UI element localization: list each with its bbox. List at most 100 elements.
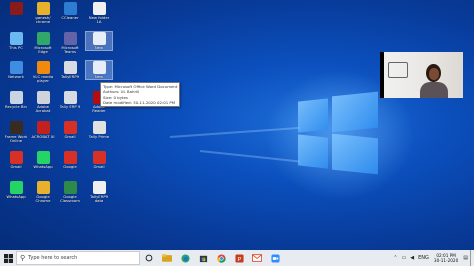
file-tooltip: Type: Microsoft Office Word Document Aut… [100, 82, 180, 107]
webcam-person-body [420, 82, 448, 98]
desktop-icon-fuel[interactable]: Frame Work Online [3, 121, 29, 144]
desktop-icon-label: VLC media player [32, 74, 54, 84]
desktop-icon-acrobat-2[interactable]: ACROBAT XI [30, 121, 56, 139]
vlc-icon [36, 61, 50, 74]
desktop-icon-gmail-2[interactable]: Gmail [3, 151, 29, 169]
webcam-overlay [380, 52, 463, 98]
taskbar-powerpoint[interactable]: P [230, 250, 248, 266]
desktop-icon-ccleaner[interactable]: CCleaner [57, 2, 83, 20]
gmail-icon [63, 121, 77, 134]
desktop-icon-label: Tally ERP 9 [59, 104, 81, 109]
desktop-icon-label: This PC [9, 45, 23, 50]
desktop[interactable]: ganesh/ chrome CCleaner New folder 1A This … [0, 0, 474, 250]
taskbar-mail[interactable] [248, 250, 266, 266]
desktop-icon-chrome-2[interactable]: Google Chrome [30, 181, 56, 204]
webcam-person-face [429, 68, 439, 80]
desktop-icon-label: New [94, 45, 104, 50]
file-explorer-icon [162, 254, 172, 262]
taskbar-edge[interactable] [176, 250, 194, 266]
desktop-icon-gmail-3[interactable]: Gmail [86, 151, 112, 169]
taskbar-zoom[interactable] [266, 250, 284, 266]
google-icon [63, 151, 77, 164]
this-pc-icon [9, 32, 23, 45]
system-tray: ⌃ ▭ ◀ ENG 02:01 PM 30-11-2020 ▤ [391, 250, 474, 266]
desktop-icon-label: Adobe Acrobat [35, 104, 51, 114]
network-icon[interactable]: ▭ [402, 255, 407, 261]
desktop-icon-chrome[interactable]: ganesh/ chrome [30, 2, 56, 25]
chrome-icon [36, 2, 50, 15]
desktop-icon-label: New [94, 74, 104, 79]
desktop-icon-label: Gmail [64, 134, 76, 139]
desktop-icon-label: Gmail [10, 164, 22, 169]
desktop-icon-edge[interactable]: Microsoft Edge [30, 32, 56, 55]
desktop-icon-google[interactable]: Google [57, 151, 83, 169]
desktop-icon-label: Google Chrome [35, 194, 51, 204]
language-indicator[interactable]: ENG [418, 255, 429, 261]
desktop-icon-label: ganesh/ chrome [35, 15, 51, 25]
start-button[interactable] [0, 250, 16, 266]
zoom-icon [270, 253, 280, 263]
winrar-icon [9, 2, 23, 15]
windows-logo-pane-top-left [298, 98, 328, 133]
tray-overflow-icon[interactable]: ⌃ [393, 255, 397, 261]
taskbar-chrome[interactable] [212, 250, 230, 266]
desktop-icon-acrobat[interactable]: Adobe Acrobat [30, 91, 56, 114]
desktop-icon-google-slides[interactable]: Google Classroom [57, 181, 83, 204]
ccleaner-icon [63, 2, 77, 15]
clock-date: 30-11-2020 [433, 258, 459, 263]
desktop-icon-label: WhatsApp [33, 164, 53, 169]
doc-1-icon [92, 32, 106, 45]
windows-logo-pane-top-right [332, 91, 378, 133]
whatsapp-2-icon [9, 181, 23, 194]
notifications-icon[interactable]: ▤ [463, 255, 468, 261]
desktop-icon-winrar[interactable] [3, 2, 29, 16]
desktop-icon-doc-1[interactable]: New [85, 30, 113, 52]
acrobat-icon [36, 91, 50, 104]
tooltip-date: Date modified: 30-11-2020 02:01 PM [103, 100, 176, 106]
taskbar-file-explorer[interactable] [158, 250, 176, 266]
desktop-icon-recycle-bin[interactable]: Recycle Bin [3, 91, 29, 109]
desktop-icon-label: Google Classroom [60, 194, 80, 204]
desktop-icon-gmail[interactable]: Gmail [57, 121, 83, 139]
desktop-icon-label: Network [8, 74, 24, 79]
desktop-icon-whatsapp-2[interactable]: WhatsApp [3, 181, 29, 199]
desktop-icon-label: Tally Prime [88, 134, 110, 139]
volume-icon[interactable]: ◀ [410, 255, 414, 261]
doc-2-icon [92, 61, 106, 74]
desktop-icon-tally-edu[interactable]: Tally ERP 9 [57, 91, 83, 109]
gmail-3-icon [92, 151, 106, 164]
desktop-icon-label: Recycle Bin [5, 104, 27, 109]
desktop-icon-tally[interactable]: TallyERP9 [57, 61, 83, 79]
network-icon [9, 61, 23, 74]
desktop-icon-dvd[interactable]: Tally Prime [86, 121, 112, 139]
chrome-icon [216, 253, 226, 263]
desktop-icon-this-pc[interactable]: This PC [3, 32, 29, 50]
desktop-icon-file-3[interactable]: TallyERP9 data [86, 181, 112, 204]
desktop-icon-vlc[interactable]: VLC media player [30, 61, 56, 84]
recycle-bin-icon [9, 91, 23, 104]
svg-text:P: P [237, 256, 241, 262]
windows-logo-pane-bottom-left [298, 134, 328, 169]
desktop-icon-label: New folder 1A [88, 15, 110, 25]
desktop-icon-network[interactable]: Network [3, 61, 29, 79]
desktop-icon-label: Gmail [93, 164, 105, 169]
desktop-icon-multiplayer[interactable]: Microsoft Teams [57, 32, 83, 55]
acrobat-2-icon [36, 121, 50, 134]
task-view-button[interactable] [140, 250, 158, 266]
tally-icon [63, 61, 77, 74]
powerpoint-icon: P [234, 253, 244, 262]
windows-start-icon [3, 253, 13, 263]
clock[interactable]: 02:01 PM 30-11-2020 [434, 253, 458, 263]
taskbar-store[interactable] [194, 250, 212, 266]
desktop-icon-doc-2[interactable]: New [85, 59, 113, 81]
desktop-icon-file[interactable]: New folder 1A [86, 2, 112, 25]
store-icon [199, 255, 207, 262]
dvd-icon [92, 121, 106, 134]
show-desktop-button[interactable] [470, 250, 474, 266]
multiplayer-icon [63, 32, 77, 45]
desktop-icon-whatsapp[interactable]: WhatsApp [30, 151, 56, 169]
taskbar-search-box[interactable]: ⚲ Type here to search [16, 251, 140, 265]
file-icon [92, 2, 106, 15]
desktop-icon-label: TallyERP9 [60, 74, 80, 79]
desktop-icon-label: CCleaner [61, 15, 79, 20]
